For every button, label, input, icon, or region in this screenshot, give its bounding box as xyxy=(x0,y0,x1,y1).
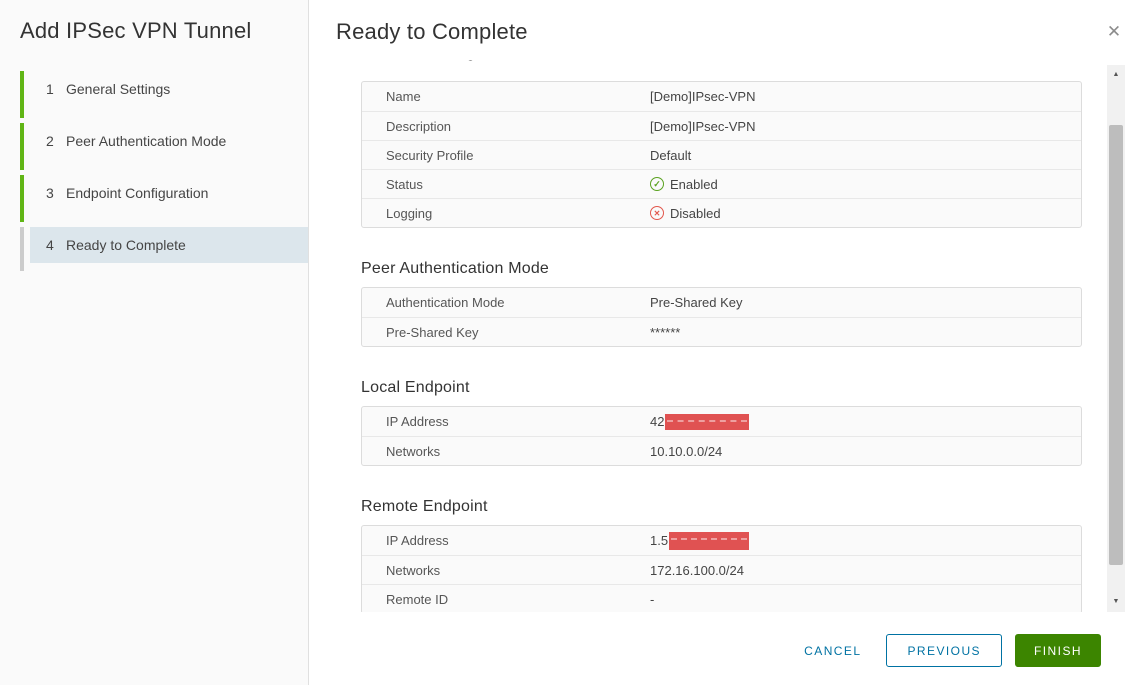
step-number: 1 xyxy=(46,81,56,97)
redaction-mark xyxy=(669,532,749,550)
status-text: Enabled xyxy=(670,177,718,192)
row-label: Networks xyxy=(362,563,650,578)
table-row: Description [Demo]IPsec-VPN xyxy=(362,111,1081,140)
summary-scroll-area: General Settings Name [Demo]IPsec-VPN De… xyxy=(361,60,1082,612)
step-progress-bar xyxy=(20,227,24,271)
remote-endpoint-table: IP Address 1.5 Networks 172.16.100.0/24 … xyxy=(361,525,1082,612)
wizard-sidebar: Add IPSec VPN Tunnel 1 General Settings … xyxy=(0,0,309,685)
step-label: General Settings xyxy=(66,81,170,97)
table-row: IP Address 42 xyxy=(362,407,1081,436)
step-label: Peer Authentication Mode xyxy=(66,133,226,149)
row-value: ✕ Disabled xyxy=(650,206,721,221)
status-text: Disabled xyxy=(670,206,721,221)
step-progress-bar xyxy=(20,123,24,170)
close-icon[interactable]: ✕ xyxy=(1104,22,1124,42)
table-row: Security Profile Default xyxy=(362,140,1081,169)
row-value: Default xyxy=(650,148,691,163)
finish-button[interactable]: FINISH xyxy=(1015,634,1101,667)
row-value: 1.5 xyxy=(650,532,749,550)
row-value: ✓ Enabled xyxy=(650,177,718,192)
table-row: Remote ID - xyxy=(362,584,1081,612)
section-heading-remote-endpoint: Remote Endpoint xyxy=(361,498,1082,516)
masked-key-value: ****** xyxy=(650,325,680,340)
row-value: Pre-Shared Key xyxy=(650,295,743,310)
table-row: Pre-Shared Key ****** xyxy=(362,317,1081,346)
wizard-title: Add IPSec VPN Tunnel xyxy=(20,18,251,44)
table-row: Authentication Mode Pre-Shared Key xyxy=(362,288,1081,317)
step-label: Ready to Complete xyxy=(66,237,186,253)
row-label: Description xyxy=(362,119,650,134)
row-label: Authentication Mode xyxy=(362,295,650,310)
peer-authentication-table: Authentication Mode Pre-Shared Key Pre-S… xyxy=(361,287,1082,347)
scroll-down-icon[interactable]: ▼ xyxy=(1107,594,1125,610)
row-label: Networks xyxy=(362,444,650,459)
row-value: 10.10.0.0/24 xyxy=(650,444,722,459)
status-disabled-icon: ✕ xyxy=(650,206,664,220)
ip-address-text: 1.5 xyxy=(650,533,668,548)
clipped-section-heading: General Settings xyxy=(361,60,1082,70)
table-row: Networks 172.16.100.0/24 xyxy=(362,555,1081,584)
table-row: Logging ✕ Disabled xyxy=(362,198,1081,227)
table-row: Name [Demo]IPsec-VPN xyxy=(362,82,1081,111)
wizard-steps: 1 General Settings 2 Peer Authentication… xyxy=(0,66,308,274)
step-item-general-settings[interactable]: 1 General Settings xyxy=(0,71,308,118)
step-progress-bar xyxy=(20,71,24,118)
step-item-ready-to-complete[interactable]: 4 Ready to Complete xyxy=(0,227,308,274)
ip-address-text: 42 xyxy=(650,414,664,429)
row-label: IP Address xyxy=(362,533,650,548)
previous-button[interactable]: PREVIOUS xyxy=(886,634,1002,667)
section-heading-peer-authentication-mode: Peer Authentication Mode xyxy=(361,260,1082,278)
scroll-up-icon[interactable]: ▲ xyxy=(1107,67,1125,83)
section-heading-general-settings: General Settings xyxy=(361,60,1082,62)
row-label: Pre-Shared Key xyxy=(362,325,650,340)
step-number: 2 xyxy=(46,133,56,149)
status-enabled-icon: ✓ xyxy=(650,177,664,191)
step-label: Endpoint Configuration xyxy=(66,185,208,201)
table-row: IP Address 1.5 xyxy=(362,526,1081,555)
page-title: Ready to Complete xyxy=(336,19,528,45)
step-number: 4 xyxy=(46,237,56,253)
general-settings-table: Name [Demo]IPsec-VPN Description [Demo]I… xyxy=(361,81,1082,228)
table-row: Status ✓ Enabled xyxy=(362,169,1081,198)
redaction-mark xyxy=(665,414,749,430)
wizard-footer: CANCEL PREVIOUS FINISH xyxy=(792,634,1101,667)
scrollbar-thumb[interactable] xyxy=(1109,125,1123,565)
row-label: Security Profile xyxy=(362,148,650,163)
row-label: Name xyxy=(362,89,650,104)
row-label: Logging xyxy=(362,206,650,221)
row-value: [Demo]IPsec-VPN xyxy=(650,119,755,134)
cancel-button[interactable]: CANCEL xyxy=(792,634,873,667)
row-value: 172.16.100.0/24 xyxy=(650,563,744,578)
row-label: Remote ID xyxy=(362,592,650,607)
table-row: Networks 10.10.0.0/24 xyxy=(362,436,1081,465)
step-progress-bar xyxy=(20,175,24,222)
step-item-endpoint-configuration[interactable]: 3 Endpoint Configuration xyxy=(0,175,308,222)
section-heading-local-endpoint: Local Endpoint xyxy=(361,379,1082,397)
row-value: [Demo]IPsec-VPN xyxy=(650,89,755,104)
row-label: Status xyxy=(362,177,650,192)
row-value: 42 xyxy=(650,414,749,430)
step-number: 3 xyxy=(46,185,56,201)
row-value: - xyxy=(650,592,654,607)
local-endpoint-table: IP Address 42 Networks 10.10.0.0/24 xyxy=(361,406,1082,466)
vertical-scrollbar[interactable]: ▲ ▼ xyxy=(1107,65,1125,612)
row-label: IP Address xyxy=(362,414,650,429)
step-item-peer-authentication-mode[interactable]: 2 Peer Authentication Mode xyxy=(0,123,308,170)
main-panel: Ready to Complete ✕ General Settings Nam… xyxy=(310,0,1144,685)
